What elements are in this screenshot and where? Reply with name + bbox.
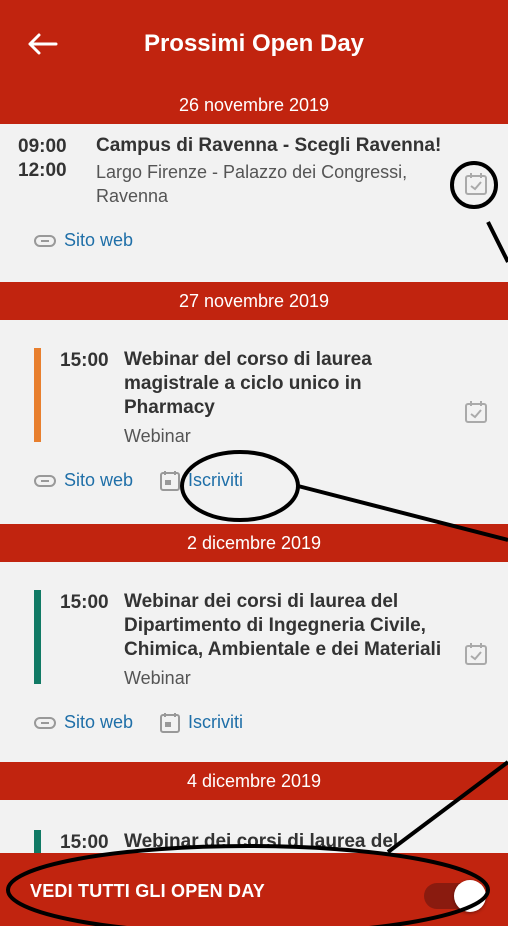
event-start-time: 15:00 [60,350,109,371]
page-title: Prossimi Open Day [143,30,365,57]
event-accent-bar [34,590,41,684]
date-header: 2 dicembre 2019 [0,524,508,562]
calendar-icon [160,712,180,733]
event-end-time: 12:00 [18,160,67,181]
website-link-label: Sito web [64,230,134,250]
website-link[interactable]: Sito web [34,470,133,491]
view-all-toggle[interactable] [424,880,486,912]
date-header: 4 dicembre 2019 [0,762,508,800]
event-card[interactable]: 15:00 Webinar dei corsi di laurea del [0,800,508,860]
view-all-label: VEDI TUTTI GLI OPEN DAY [30,881,265,901]
signup-link[interactable]: Iscriviti [160,470,243,491]
link-icon [34,234,56,247]
website-link[interactable]: Sito web [34,230,133,251]
event-card[interactable]: 15:00 Webinar dei corsi di laurea del Di… [0,562,508,762]
website-link-label: Sito web [64,712,134,732]
calendar-check-icon[interactable] [464,400,488,424]
toggle-knob [454,880,486,912]
event-title-line: Chimica, Ambientale e dei Materiali [124,639,442,660]
calendar-check-icon[interactable] [464,642,488,666]
link-icon [34,716,56,729]
website-link[interactable]: Sito web [34,712,133,733]
event-card[interactable]: 15:00 Webinar del corso di laurea magist… [0,320,508,524]
event-card[interactable]: 09:00 12:00 Campus di Ravenna - Scegli R… [0,124,508,282]
event-title-line: Pharmacy [124,397,215,418]
event-title-line: Dipartimento di Ingegneria Civile, [124,615,426,636]
event-title-line: Webinar del corso di laurea [124,349,372,370]
event-title-line: Webinar dei corsi di laurea del [124,591,399,612]
calendar-check-icon[interactable] [464,172,488,196]
calendar-icon [160,470,180,491]
website-link-label: Sito web [64,470,134,490]
event-title-line: magistrale a ciclo unico in [124,373,362,394]
signup-link-label: Iscriviti [188,470,243,490]
event-start-time: 15:00 [60,592,109,613]
date-header: 27 novembre 2019 [0,282,508,320]
signup-link-label: Iscriviti [188,712,243,732]
event-start-time: 09:00 [18,136,67,157]
event-type: Webinar [124,668,191,688]
link-icon [34,474,56,487]
event-accent-bar [34,348,41,442]
event-type: Webinar [124,426,191,446]
signup-link[interactable]: Iscriviti [160,712,243,733]
event-start-time: 15:00 [60,832,109,853]
app-header: Prossimi Open Day [0,0,508,92]
date-header: 26 novembre 2019 [0,86,508,124]
event-title: Campus di Ravenna - Scegli Ravenna! [96,135,442,156]
event-location-city: Ravenna [96,186,169,206]
event-title-line: Webinar dei corsi di laurea del [124,831,399,852]
event-location: Largo Firenze - Palazzo dei Congressi, [96,162,408,182]
view-all-bar[interactable]: VEDI TUTTI GLI OPEN DAY [0,853,508,926]
